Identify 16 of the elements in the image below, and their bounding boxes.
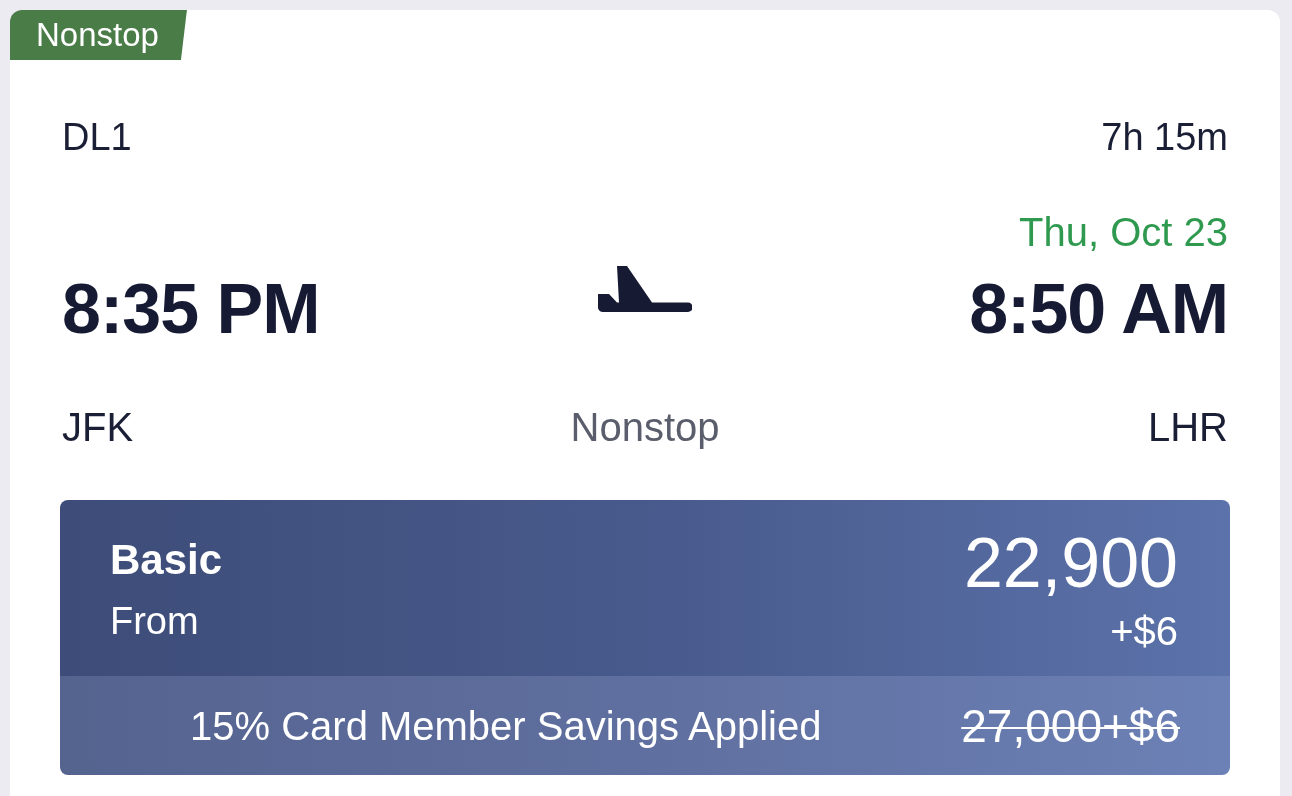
plane-icon <box>598 265 692 313</box>
arrival-date: Thu, Oct 23 <box>1019 209 1228 255</box>
fee-amount: +$6 <box>1110 608 1178 654</box>
from-label: From <box>110 599 200 643</box>
fare-cabin: Basic <box>110 535 223 585</box>
miles-price: 22,900 <box>963 526 1178 600</box>
flight-duration: 7h 15m <box>1101 115 1228 159</box>
arrival-time: 8:50 AM <box>968 272 1228 346</box>
original-price: 27,000+$6 <box>961 699 1180 752</box>
nonstop-badge: Nonstop <box>10 10 187 60</box>
flight-number: DL1 <box>62 115 132 159</box>
destination-airport: LHR <box>1146 404 1228 450</box>
savings-message: 15% Card Member Savings Applied <box>190 702 822 749</box>
stops-label: Nonstop <box>569 404 721 450</box>
origin-airport: JFK <box>62 404 135 450</box>
departure-time: 8:35 PM <box>62 272 321 346</box>
